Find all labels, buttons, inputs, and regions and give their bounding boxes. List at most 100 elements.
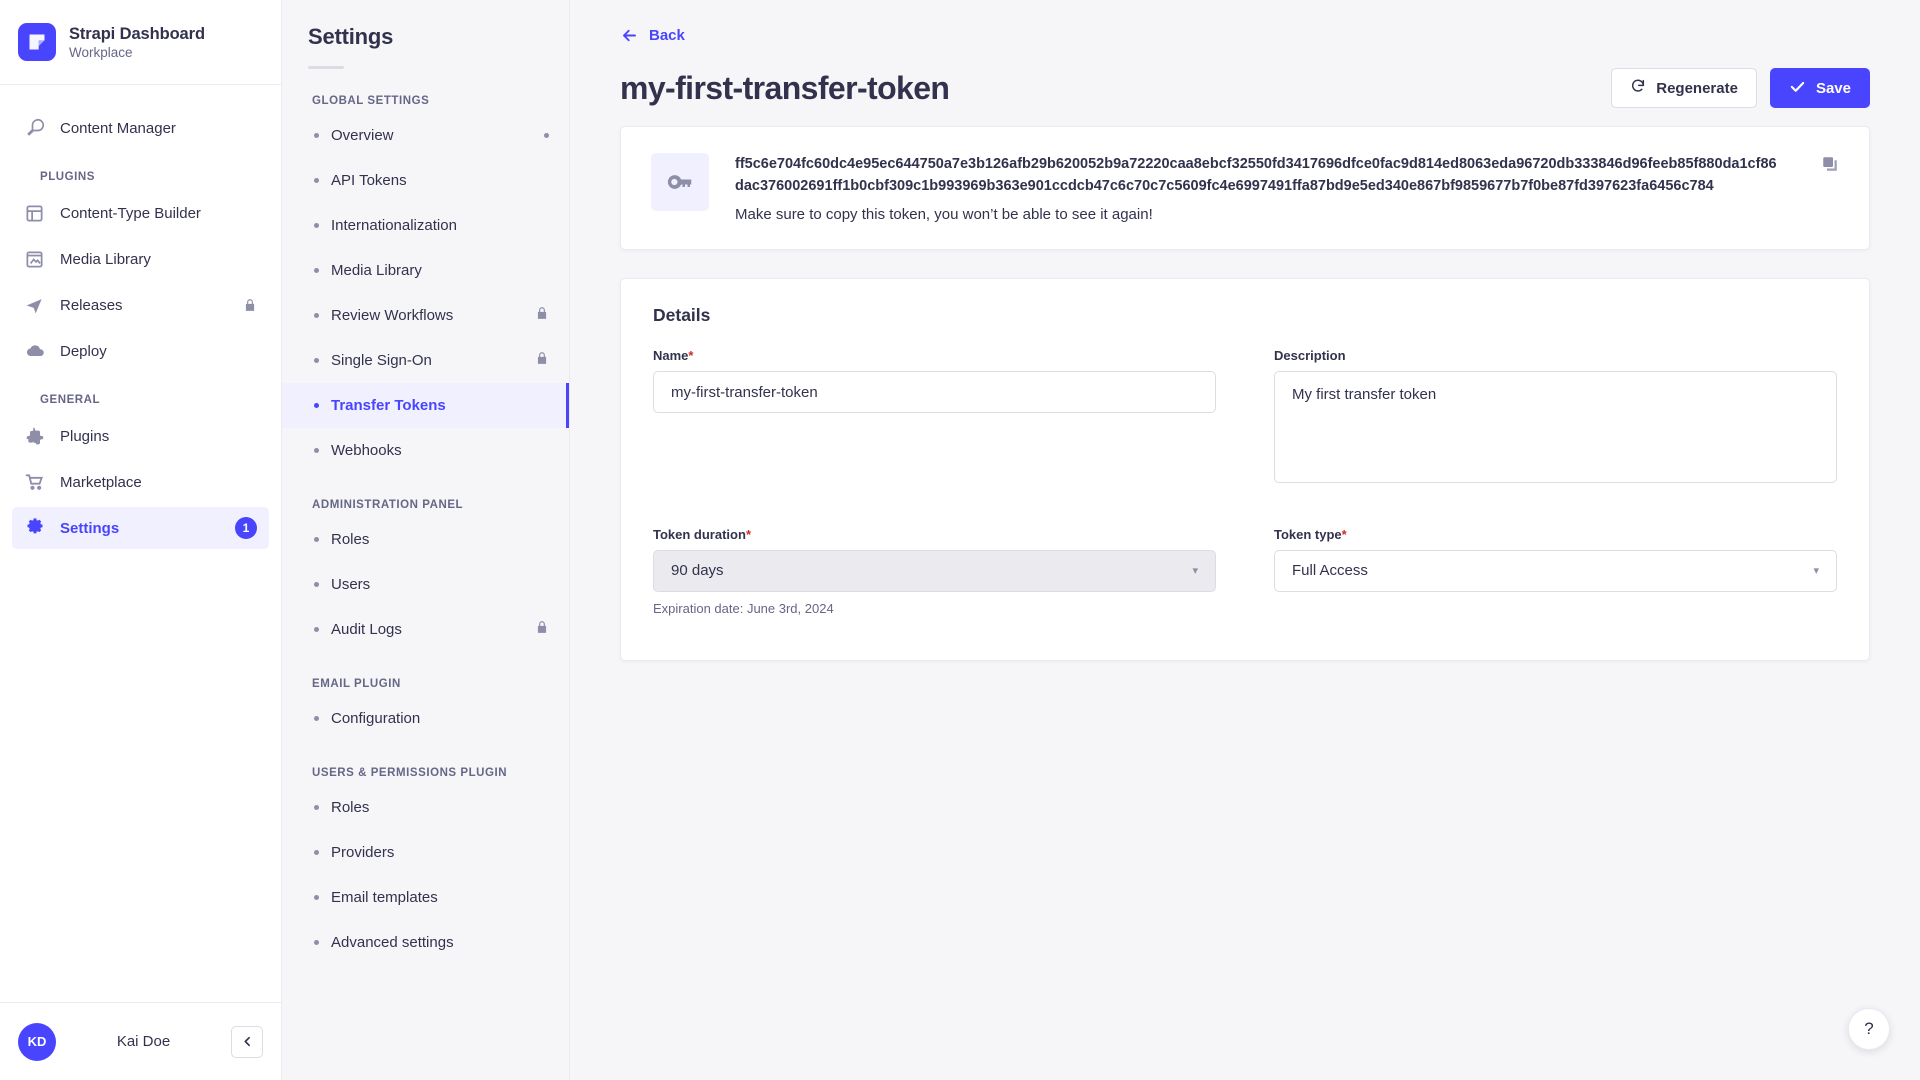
sidebar-item-media-library[interactable]: Media Library	[12, 238, 269, 280]
title-row: my-first-transfer-token Regenerate Save	[620, 68, 1870, 108]
brand-title: Strapi Dashboard	[69, 24, 205, 43]
regenerate-label: Regenerate	[1656, 79, 1738, 97]
header-actions: Regenerate Save	[1611, 68, 1870, 108]
back-link[interactable]: Back	[620, 26, 685, 45]
settings-badge: 1	[235, 517, 257, 539]
chevron-down-icon: ▾	[1813, 565, 1819, 578]
description-field-wrapper: Description My first transfer token	[1274, 348, 1837, 484]
chevron-down-icon: ▾	[1192, 565, 1198, 578]
subnav-item-internationalization[interactable]: Internationalization	[282, 203, 569, 248]
bullet-icon	[314, 133, 319, 138]
subnav-item-label: Email templates	[331, 889, 438, 906]
details-heading: Details	[653, 305, 711, 326]
subnav-item-configuration[interactable]: Configuration	[282, 696, 569, 741]
bullet-icon	[314, 627, 319, 632]
subnav-item-label: Review Workflows	[331, 307, 454, 324]
sidebar-footer: KD Kai Doe	[0, 1002, 281, 1080]
sidebar-item-content-type-builder[interactable]: Content-Type Builder	[12, 192, 269, 234]
back-label: Back	[649, 27, 685, 44]
token-type-field-wrapper: Token type* Full Access ▾	[1274, 527, 1837, 616]
sidebar-item-content-manager[interactable]: Content Manager	[12, 107, 269, 149]
nav-section-plugins-label: PLUGINS	[40, 171, 95, 183]
subnav-item-admin-users[interactable]: Users	[282, 562, 569, 607]
token-type-value: Full Access	[1292, 562, 1368, 580]
required-marker: *	[745, 527, 751, 543]
help-button[interactable]: ?	[1848, 1008, 1890, 1050]
token-duration-value: 90 days	[671, 562, 724, 580]
sidebar-item-marketplace[interactable]: Marketplace	[12, 461, 269, 503]
token-type-select[interactable]: Full Access ▾	[1274, 550, 1837, 593]
subnav-item-review-workflows[interactable]: Review Workflows	[282, 293, 569, 338]
subnav-item-label: API Tokens	[331, 172, 407, 189]
subnav-item-webhooks[interactable]: Webhooks	[282, 428, 569, 473]
token-duration-select[interactable]: 90 days ▾	[653, 550, 1216, 593]
subnav-item-label: Webhooks	[331, 442, 402, 459]
main-content: Back my-first-transfer-token Regenerate	[570, 0, 1920, 1080]
token-banner-card: ff5c6e704fc60dc4e95ec644750a7e3b126afb29…	[620, 126, 1870, 251]
subnav-item-label: Audit Logs	[331, 621, 402, 638]
puzzle-icon	[24, 426, 45, 447]
name-field-wrapper: Name* my-first-transfer-token	[653, 348, 1216, 483]
subnav-group-admin-label: ADMINISTRATION PANEL	[312, 499, 464, 511]
sidebar-item-label: Deploy	[60, 342, 107, 360]
subnav-item-advanced-settings[interactable]: Advanced settings	[282, 920, 569, 965]
brand-header[interactable]: Strapi Dashboard Workplace	[0, 0, 281, 85]
subnav-item-transfer-tokens[interactable]: Transfer Tokens	[282, 383, 569, 428]
bullet-icon	[314, 358, 319, 363]
check-icon	[1789, 78, 1806, 99]
subnav-item-label: Transfer Tokens	[331, 397, 446, 414]
lock-icon	[535, 305, 549, 326]
token-warning: Make sure to copy this token, you won’t …	[735, 206, 1153, 224]
cloud-icon	[24, 341, 45, 362]
bullet-icon	[314, 313, 319, 318]
sidebar-item-label: Marketplace	[60, 473, 142, 491]
sidebar-item-releases[interactable]: Releases	[12, 284, 269, 326]
sidebar-item-deploy[interactable]: Deploy	[12, 330, 269, 372]
settings-subnav-header: Settings	[282, 24, 569, 69]
page-title: my-first-transfer-token	[620, 69, 950, 106]
subnav-item-email-templates[interactable]: Email templates	[282, 875, 569, 920]
subnav-item-overview[interactable]: Overview	[282, 113, 569, 158]
subnav-item-media-library[interactable]: Media Library	[282, 248, 569, 293]
regenerate-button[interactable]: Regenerate	[1611, 68, 1757, 108]
token-type-label-text: Token type	[1274, 527, 1342, 543]
name-input[interactable]: my-first-transfer-token	[653, 371, 1216, 414]
bullet-icon	[314, 850, 319, 855]
sidebar-item-settings[interactable]: Settings 1	[12, 507, 269, 549]
bullet-icon	[314, 805, 319, 810]
subnav-item-label: Internationalization	[331, 217, 457, 234]
subnav-group-global-label: GLOBAL SETTINGS	[312, 95, 430, 107]
subnav-item-api-tokens[interactable]: API Tokens	[282, 158, 569, 203]
name-label: Name*	[653, 348, 1216, 363]
copy-icon[interactable]	[1821, 153, 1839, 178]
subnav-item-label: Overview	[331, 127, 394, 144]
save-button[interactable]: Save	[1769, 68, 1870, 108]
subnav-item-single-sign-on[interactable]: Single Sign-On	[282, 338, 569, 383]
sidebar-item-plugins[interactable]: Plugins	[12, 415, 269, 457]
details-grid: Name* my-first-transfer-token Descriptio…	[653, 348, 1837, 493]
subnav-item-up-roles[interactable]: Roles	[282, 785, 569, 830]
token-value[interactable]: ff5c6e704fc60dc4e95ec644750a7e3b126afb29…	[735, 153, 1777, 197]
subnav-item-admin-roles[interactable]: Roles	[282, 517, 569, 562]
image-icon	[24, 249, 45, 270]
token-duration-label: Token duration*	[653, 527, 1216, 542]
bullet-icon	[314, 940, 319, 945]
details-card: Details Name* my-first-transfer-token De…	[620, 278, 1870, 662]
avatar[interactable]: KD	[18, 1022, 56, 1061]
sidebar-item-label: Plugins	[60, 427, 110, 445]
settings-subnav: Settings GLOBAL SETTINGS Overview API To…	[282, 0, 570, 1080]
subnav-item-audit-logs[interactable]: Audit Logs	[282, 607, 569, 652]
collapse-sidebar-button[interactable]	[231, 1025, 263, 1058]
bullet-icon	[314, 403, 319, 408]
brand-subtitle: Workplace	[69, 44, 133, 60]
description-textarea[interactable]: My first transfer token	[1274, 371, 1837, 484]
subnav-item-label: Advanced settings	[331, 934, 454, 951]
bullet-icon	[314, 537, 319, 542]
lock-icon	[243, 297, 257, 313]
subnav-group-users-permissions-label: USERS & PERMISSIONS PLUGIN	[312, 767, 508, 779]
subnav-item-providers[interactable]: Providers	[282, 830, 569, 875]
bullet-icon	[314, 895, 319, 900]
refresh-icon	[1630, 78, 1646, 98]
description-label: Description	[1274, 348, 1346, 364]
sidebar-item-label: Content-Type Builder	[60, 204, 201, 222]
